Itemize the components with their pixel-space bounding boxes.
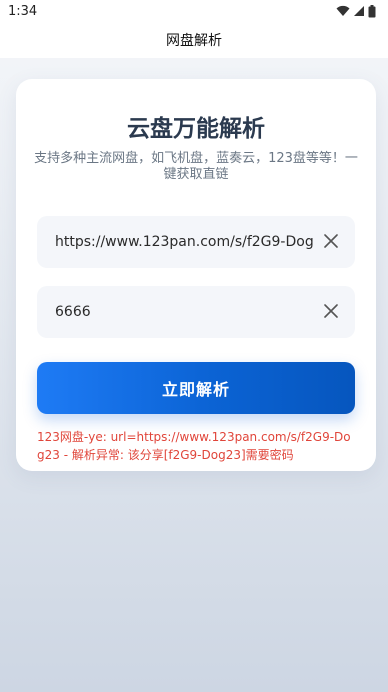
app-bar: 网盘解析: [0, 22, 388, 58]
card-subtitle: 支持多种主流网盘，如飞机盘，蓝奏云，123盘等等！一键获取直链: [34, 151, 358, 182]
error-message: 123网盘-ye: url=https://www.123pan.com/s/f…: [37, 430, 351, 462]
close-icon: [324, 233, 338, 252]
card-title: 云盘万能解析: [127, 116, 265, 142]
battery-icon: [368, 4, 376, 18]
signal-icon: [353, 5, 365, 17]
page-title: 网盘解析: [166, 33, 222, 49]
status-bar: 1:34: [0, 0, 388, 22]
url-input[interactable]: [37, 216, 313, 268]
url-clear-button[interactable]: [319, 230, 343, 254]
password-clear-button[interactable]: [319, 300, 343, 324]
password-field-container: [37, 286, 355, 338]
url-field-container: [37, 216, 355, 268]
status-icons: [336, 4, 376, 18]
password-input[interactable]: [37, 286, 313, 338]
wifi-icon: [336, 5, 350, 17]
status-time: 1:34: [8, 3, 38, 19]
parse-button[interactable]: 立即解析: [37, 362, 355, 414]
close-icon: [324, 303, 338, 322]
parse-card: 云盘万能解析 支持多种主流网盘，如飞机盘，蓝奏云，123盘等等！一键获取直链 立…: [16, 79, 376, 471]
